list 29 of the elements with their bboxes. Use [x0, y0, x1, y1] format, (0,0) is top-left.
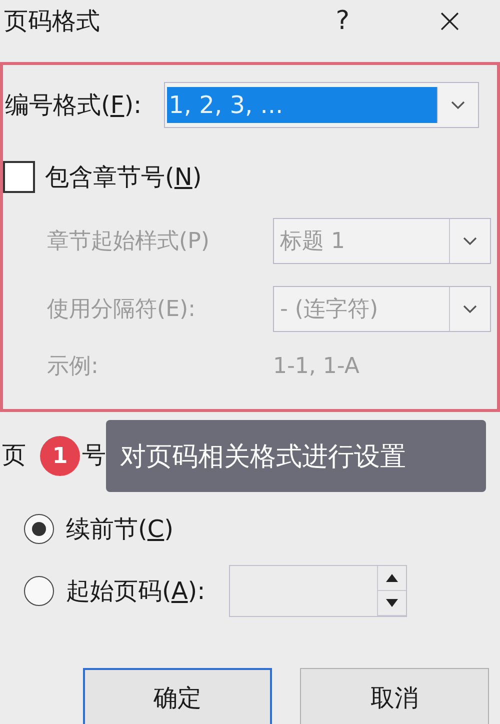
chevron-down-icon — [450, 100, 466, 110]
dialog-button[interactable]: 确定 — [83, 668, 272, 724]
chevron-down-icon — [462, 304, 478, 314]
selected-value: 1, 2, 3, ... — [166, 87, 437, 123]
field-label: 章节起始样式(P) — [47, 228, 210, 256]
triangle-up-icon[interactable] — [386, 574, 398, 582]
include-chapter-label: 包含章节号(N) — [45, 162, 202, 193]
section-label-fragment: 号 — [82, 440, 106, 471]
dropdown-value: - (连字符) — [279, 296, 380, 324]
chevron-down-icon — [462, 236, 478, 246]
checkbox[interactable] — [3, 161, 35, 193]
triangle-down-icon[interactable] — [386, 599, 398, 607]
window-title: 页码格式 — [4, 6, 101, 37]
option-label: 续前节(C) — [66, 514, 174, 545]
dropdown-value: 标题 1 — [279, 228, 346, 256]
dialog-button[interactable]: 取消 — [300, 668, 489, 724]
radio-button[interactable] — [24, 514, 54, 544]
option-label: 起始页码(A): — [66, 576, 206, 607]
number-format-label: 编号格式(F): — [5, 90, 142, 121]
field-label: 示例: — [47, 353, 100, 381]
close-button[interactable]: × — [428, 1, 472, 41]
start-page-field[interactable] — [229, 565, 408, 617]
tooltip: 对页码相关格式进行设置 — [106, 420, 486, 492]
field-label: 使用分隔符(E): — [47, 296, 196, 324]
example-value: 1-1, 1-A — [273, 354, 360, 378]
help-button[interactable]: ? — [328, 6, 358, 36]
step-badge: 1 — [40, 436, 80, 476]
section-label-fragment: 页 — [2, 440, 26, 471]
radio-button[interactable] — [24, 576, 54, 606]
